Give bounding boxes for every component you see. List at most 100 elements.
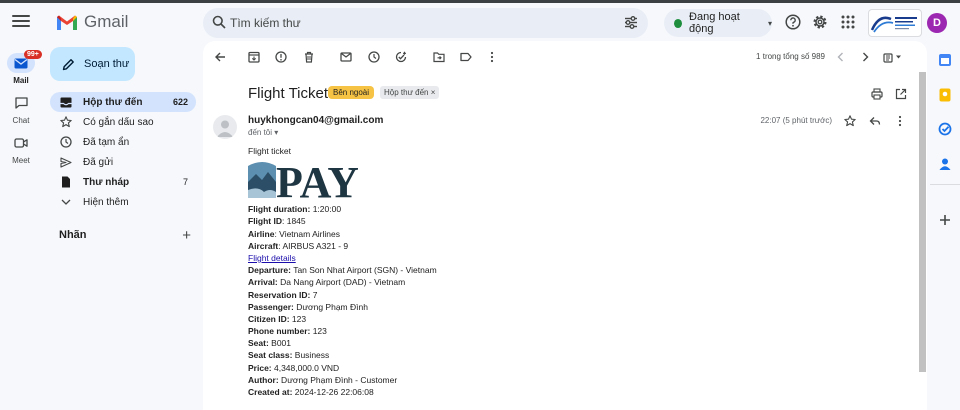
field-value: Da Nang Airport (DAD) - Vietnam xyxy=(277,277,406,288)
compose-button[interactable]: Soạn thư xyxy=(50,47,135,81)
unread-badge: 99+ xyxy=(24,50,42,59)
status-dropdown[interactable]: Đang hoạt động ▾ xyxy=(664,9,772,37)
trash-icon[interactable] xyxy=(303,51,315,63)
field-value: 7 xyxy=(310,289,318,300)
field-aircraft: Aircraft: AIRBUS A321 - 9 xyxy=(248,240,678,252)
field-reservation-id: Reservation ID: 7 xyxy=(248,289,678,301)
field-value: Business xyxy=(292,350,330,361)
send-icon xyxy=(60,156,72,168)
field-label: Passenger: xyxy=(248,301,294,312)
field-author: Author: Dương Phạm Đình - Customer xyxy=(248,374,678,386)
add-label-icon[interactable]: + xyxy=(182,227,191,244)
mail-nav: Hộp thư đến 622 Có gắn dấu sao Đã tạm ẩn… xyxy=(50,92,196,212)
nav-item-sent[interactable]: Đã gửi xyxy=(50,152,196,172)
contacts-icon[interactable] xyxy=(938,157,952,171)
nav-item-more[interactable]: Hiện thêm xyxy=(50,192,196,212)
field-label: Flight ID xyxy=(248,216,282,227)
field-value: 123 xyxy=(289,313,307,324)
email-subject: Flight Ticket xyxy=(248,85,329,102)
main-menu-icon[interactable] xyxy=(12,12,30,30)
mark-unread-icon[interactable] xyxy=(340,51,352,63)
field-label: Phone number: xyxy=(248,326,311,337)
pay-logo-text: PAY xyxy=(276,158,358,200)
field-flight-id: Flight ID: 1845 xyxy=(248,215,678,227)
email-body: Flight ticket PAY Flight duration: 1:20:… xyxy=(248,145,678,398)
email-time: 22:07 (5 phút trước) xyxy=(760,116,832,125)
organization-logo[interactable] xyxy=(868,9,922,37)
status-label: Đang hoạt động xyxy=(689,11,740,35)
apps-grid-icon[interactable] xyxy=(840,14,856,30)
inbox-icon xyxy=(60,97,72,107)
field-citizen-id: Citizen ID: 123 xyxy=(248,313,678,325)
field-price: Price: 4,348,000.0 VND xyxy=(248,362,678,374)
flight-details-link[interactable]: Flight details xyxy=(248,253,296,263)
app-name: Gmail xyxy=(84,12,129,31)
more-vert-icon[interactable] xyxy=(486,51,498,63)
nav-label: Hiện thêm xyxy=(83,196,129,208)
inbox-label-chip[interactable]: Hộp thư đến × xyxy=(380,86,440,99)
rail-label: Chat xyxy=(12,116,30,125)
search-icon[interactable] xyxy=(212,15,226,29)
field-value: 2024-12-26 22:06:08 xyxy=(292,387,374,397)
recipient-details[interactable]: đến tôi ▾ xyxy=(248,128,278,137)
input-tools-icon[interactable] xyxy=(883,51,903,63)
star-icon[interactable] xyxy=(844,115,856,127)
label-tag-icon[interactable] xyxy=(460,51,472,63)
field-seat: Seat: B001 xyxy=(248,337,678,349)
nav-label: Có gắn dấu sao xyxy=(83,116,154,128)
archive-icon[interactable] xyxy=(248,51,260,63)
chevron-left-icon[interactable] xyxy=(835,51,847,63)
report-spam-icon[interactable] xyxy=(275,51,287,63)
back-arrow-icon[interactable] xyxy=(214,51,226,63)
keep-notes-icon[interactable] xyxy=(938,88,952,102)
remove-label-icon[interactable]: × xyxy=(431,88,436,97)
nav-item-drafts[interactable]: Thư nháp 7 xyxy=(50,172,196,192)
field-label: Reservation ID: xyxy=(248,289,311,300)
settings-gear-icon[interactable] xyxy=(812,14,828,30)
field-value: : Vietnam Airlines xyxy=(274,228,340,239)
field-label: Created at: xyxy=(248,387,293,397)
add-addon-icon[interactable] xyxy=(938,213,952,227)
sender-email[interactable]: huykhongcan04@gmail.com xyxy=(248,115,383,126)
chevron-down-icon xyxy=(61,199,71,205)
search-bar[interactable]: Tìm kiếm thư xyxy=(203,8,648,38)
field-flight-duration: Flight duration: 1:20:00 xyxy=(248,203,678,215)
print-icon[interactable] xyxy=(871,88,883,100)
nav-item-inbox[interactable]: Hộp thư đến 622 xyxy=(50,92,196,112)
nav-count: 7 xyxy=(182,177,188,187)
snooze-clock-icon[interactable] xyxy=(368,51,380,63)
rail-item-meet[interactable]: Meet xyxy=(0,133,42,165)
help-icon[interactable] xyxy=(785,14,801,30)
nav-label: Hộp thư đến xyxy=(83,96,143,108)
gmail-logo[interactable]: Gmail xyxy=(56,12,128,32)
field-airline: Airline: Vietnam Airlines xyxy=(248,228,678,240)
field-phone-number: Phone number: 123 xyxy=(248,325,678,337)
flight-details-row: Flight details xyxy=(248,252,678,264)
vertical-scrollbar[interactable] xyxy=(919,72,926,372)
person-icon xyxy=(217,120,233,137)
nav-label: Đã gửi xyxy=(83,156,114,168)
chat-icon xyxy=(14,97,28,109)
add-task-icon[interactable] xyxy=(395,51,407,63)
sender-avatar[interactable] xyxy=(213,115,237,139)
move-to-folder-icon[interactable] xyxy=(433,51,445,63)
nav-item-starred[interactable]: Có gắn dấu sao xyxy=(50,112,196,132)
search-input[interactable]: Tìm kiếm thư xyxy=(230,16,301,30)
message-toolbar: 1 trong tổng số 989 xyxy=(203,41,927,73)
account-avatar[interactable]: D xyxy=(927,13,947,33)
calendar-icon[interactable] xyxy=(938,53,952,67)
reply-icon[interactable] xyxy=(869,115,881,127)
rail-label: Mail xyxy=(13,76,29,85)
nav-item-snoozed[interactable]: Đã tạm ẩn xyxy=(50,132,196,152)
pencil-icon xyxy=(62,58,74,70)
rail-item-mail[interactable]: 99+ Mail xyxy=(0,50,42,85)
more-vert-icon[interactable] xyxy=(894,115,906,127)
field-seat-class: Seat class: Business xyxy=(248,349,678,361)
pay-logo: PAY xyxy=(248,158,678,207)
chevron-down-icon: ▾ xyxy=(767,18,772,28)
chevron-right-icon[interactable] xyxy=(859,51,871,63)
open-in-new-window-icon[interactable] xyxy=(895,88,907,100)
tasks-icon[interactable] xyxy=(938,122,952,136)
rail-item-chat[interactable]: Chat xyxy=(0,93,42,125)
search-options-icon[interactable] xyxy=(624,16,638,29)
